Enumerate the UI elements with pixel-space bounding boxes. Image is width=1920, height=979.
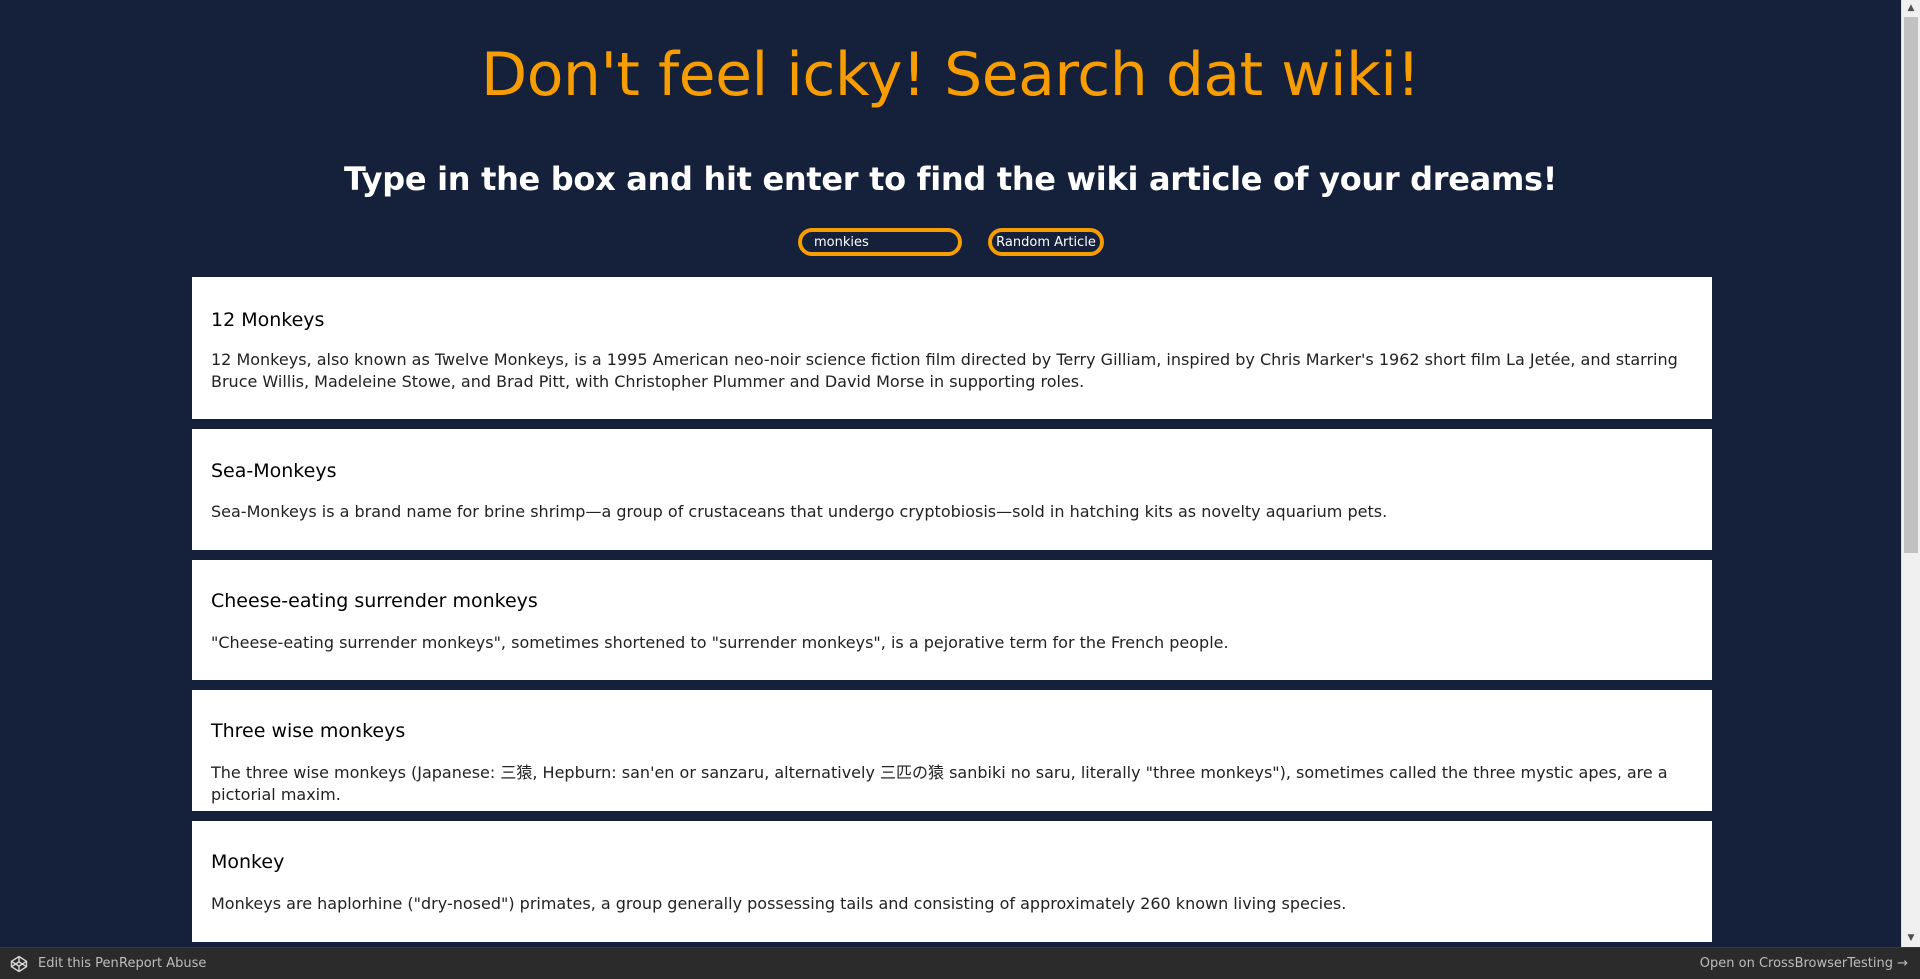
result-title: 12 Monkeys [211, 309, 325, 331]
result-card[interactable]: Three wise monkeys The three wise monkey… [192, 690, 1712, 811]
open-crossbrowsertesting-link[interactable]: Open on CrossBrowserTesting → [1700, 956, 1908, 971]
result-title: Cheese-eating surrender monkeys [211, 590, 538, 612]
scrollbar-thumb[interactable] [1904, 17, 1918, 553]
scroll-down-arrow-icon[interactable]: ▼ [1902, 930, 1920, 947]
result-description: Monkeys are haplorhine ("dry-nosed") pri… [211, 894, 1347, 913]
scroll-up-arrow-icon[interactable]: ▲ [1902, 0, 1920, 17]
codepen-icon [10, 955, 28, 973]
report-abuse-link[interactable]: Report Abuse [119, 956, 206, 971]
result-card[interactable]: Cheese-eating surrender monkeys "Cheese-… [192, 560, 1712, 680]
page-subtitle: Type in the box and hit enter to find th… [343, 160, 1558, 198]
vertical-scrollbar[interactable]: ▲ ▼ [1901, 0, 1920, 947]
result-card[interactable]: Monkey Monkeys are haplorhine ("dry-nose… [192, 821, 1712, 942]
search-input[interactable] [798, 228, 962, 256]
random-article-button[interactable]: Random Article [988, 228, 1104, 256]
result-description: The three wise monkeys (Japanese: 三猿, He… [211, 763, 1668, 804]
edit-pen-link[interactable]: Edit this Pen [38, 956, 119, 971]
result-card[interactable]: Sea-Monkeys Sea-Monkeys is a brand name … [192, 429, 1712, 550]
result-title: Three wise monkeys [211, 720, 406, 742]
page-viewport: Don't feel icky! Search dat wiki! Type i… [0, 0, 1901, 947]
result-description: Sea-Monkeys is a brand name for brine sh… [211, 502, 1388, 521]
result-title: Sea-Monkeys [211, 460, 337, 482]
result-description: 12 Monkeys, also known as Twelve Monkeys… [211, 350, 1678, 391]
page-title: Don't feel icky! Search dat wiki! [481, 40, 1421, 110]
result-title: Monkey [211, 851, 285, 873]
result-card[interactable]: 12 Monkeys 12 Monkeys, also known as Twe… [192, 277, 1712, 419]
codepen-footer-bar: Edit this Pen Report Abuse Open on Cross… [0, 947, 1920, 979]
result-description: "Cheese-eating surrender monkeys", somet… [211, 633, 1229, 652]
